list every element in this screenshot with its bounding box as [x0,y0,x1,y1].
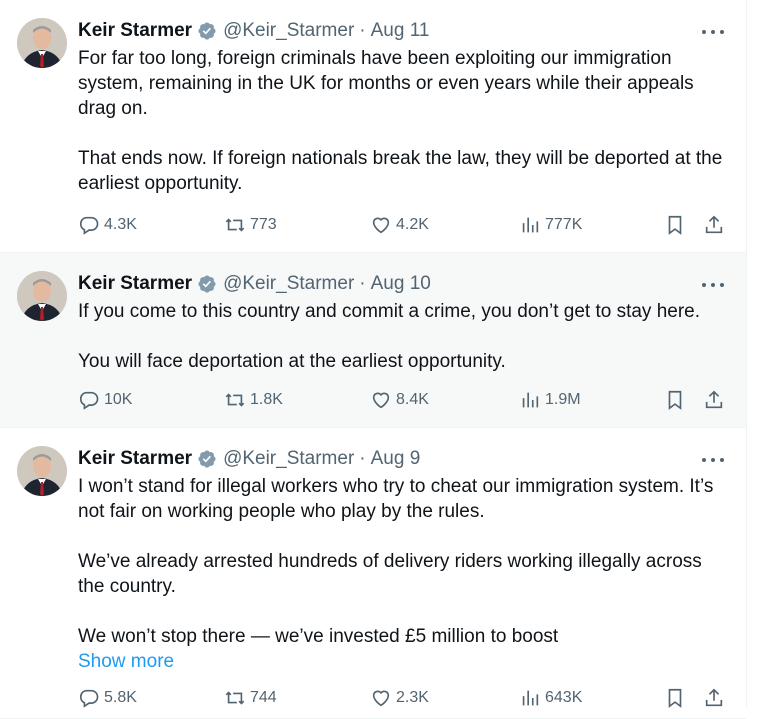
bookmark-button[interactable] [664,212,686,238]
reply-button[interactable]: 5.8K [78,685,137,711]
bookmark-icon [668,688,682,708]
tweet-text: For far too long, foreign criminals have… [78,46,728,196]
more-icon[interactable] [702,450,724,470]
bookmark-icon [668,215,682,235]
repost-count: 773 [250,216,277,233]
verified-badge-icon [198,450,216,468]
bookmark-button[interactable] [664,685,686,711]
avatar[interactable] [17,446,67,496]
author-name[interactable]: Keir Starmer [78,273,192,295]
reply-icon [79,689,99,708]
reply-button[interactable]: 4.3K [78,212,137,238]
tweet-actions: 10K 1.8K 8.4K 1.9M [78,387,738,413]
separator-dot: · [359,448,366,469]
heart-icon [372,690,390,707]
tweet-header: Keir Starmer @Keir_Starmer · Aug 10 [78,271,431,297]
tweet-paragraph: If you come to this country and commit a… [78,301,701,322]
tweet[interactable]: Keir Starmer @Keir_Starmer · Aug 9 I won… [0,428,746,719]
tweet-date[interactable]: Aug 11 [371,20,430,42]
share-icon [705,390,723,409]
views-button[interactable]: 777K [519,212,582,238]
reply-icon [79,391,99,410]
verified-badge-icon [198,22,216,40]
views-button[interactable]: 1.9M [519,387,581,413]
tweet-header: Keir Starmer @Keir_Starmer · Aug 9 [78,446,420,472]
share-icon [705,688,723,707]
tweet-text: If you come to this country and commit a… [78,299,728,374]
author-handle[interactable]: @Keir_Starmer [223,448,354,470]
reply-count: 4.3K [104,216,137,233]
tweet[interactable]: Keir Starmer @Keir_Starmer · Aug 11 For … [0,0,746,253]
repost-button[interactable]: 773 [224,212,277,238]
like-count: 8.4K [396,391,429,408]
views-button[interactable]: 643K [519,685,582,711]
repost-icon [225,218,245,232]
share-button[interactable] [703,685,725,711]
repost-button[interactable]: 744 [224,685,277,711]
author-handle[interactable]: @Keir_Starmer [223,273,354,295]
like-count: 4.2K [396,216,429,233]
like-button[interactable]: 2.3K [370,685,429,711]
more-icon[interactable] [702,22,724,42]
tweet-text: I won’t stand for illegal workers who tr… [78,474,728,674]
tweet-paragraph: We won’t stop there — we’ve invested £5 … [78,626,559,647]
tweet-actions: 4.3K 773 4.2K 777K [78,212,738,238]
bookmark-button[interactable] [664,387,686,413]
more-icon[interactable] [702,275,724,295]
timeline: Keir Starmer @Keir_Starmer · Aug 11 For … [0,0,747,719]
share-button[interactable] [703,212,725,238]
share-button[interactable] [703,387,725,413]
avatar[interactable] [17,18,67,68]
tweet-header: Keir Starmer @Keir_Starmer · Aug 11 [78,18,429,44]
share-icon [705,215,723,234]
author-name[interactable]: Keir Starmer [78,20,192,42]
tweet-date[interactable]: Aug 10 [371,273,431,295]
reply-count: 10K [104,391,133,408]
avatar[interactable] [17,271,67,321]
reply-icon [79,216,99,235]
reply-button[interactable]: 10K [78,387,132,413]
tweet-paragraph: We’ve already arrested hundreds of deliv… [78,551,708,597]
tweet[interactable]: Keir Starmer @Keir_Starmer · Aug 10 If y… [0,253,746,428]
bookmark-icon [668,390,682,410]
tweet-paragraph: I won’t stand for illegal workers who tr… [78,476,719,522]
tweet-paragraph: For far too long, foreign criminals have… [78,48,699,119]
tweet-actions: 5.8K 744 2.3K 643K [78,685,738,711]
views-count: 643K [545,689,583,706]
like-button[interactable]: 4.2K [370,212,429,238]
repost-count: 1.8K [250,391,283,408]
verified-badge-icon [198,275,216,293]
show-more-link[interactable]: Show more [78,649,728,674]
views-icon [522,217,539,233]
author-name[interactable]: Keir Starmer [78,448,192,470]
like-count: 2.3K [396,689,429,706]
views-count: 1.9M [545,391,581,408]
tweet-paragraph: You will face deportation at the earlies… [78,351,506,372]
repost-count: 744 [250,689,277,706]
separator-dot: · [359,20,366,41]
reply-count: 5.8K [104,689,137,706]
views-icon [522,392,539,408]
views-count: 777K [545,216,583,233]
heart-icon [372,217,390,234]
heart-icon [372,392,390,409]
separator-dot: · [359,273,366,294]
tweet-paragraph: That ends now. If foreign nationals brea… [78,148,728,194]
repost-icon [225,393,245,407]
like-button[interactable]: 8.4K [370,387,429,413]
author-handle[interactable]: @Keir_Starmer [223,20,354,42]
repost-button[interactable]: 1.8K [224,387,283,413]
repost-icon [225,691,245,705]
views-icon [522,690,539,706]
tweet-date[interactable]: Aug 9 [371,448,421,470]
